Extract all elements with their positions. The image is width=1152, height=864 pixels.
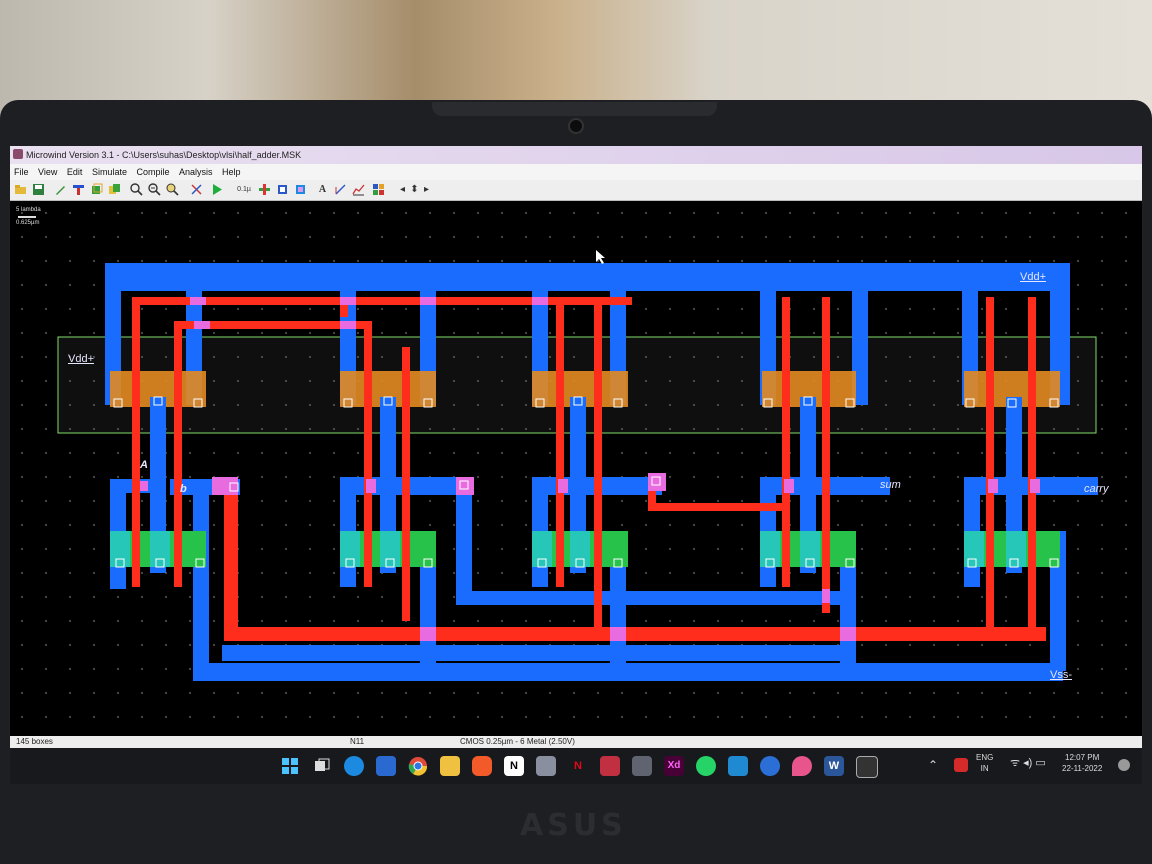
whatsapp-icon[interactable] [696,756,716,776]
menu-compile[interactable]: Compile [136,164,169,180]
zoom-in-icon[interactable] [130,183,143,196]
brave-icon[interactable] [472,756,492,776]
arrow-right-icon[interactable]: ▸ [420,183,433,196]
save-icon[interactable] [32,183,45,196]
text-tool-button[interactable]: A [316,183,329,196]
app-icon[interactable] [536,756,556,776]
start-icon[interactable] [280,756,300,776]
vdd-top-label: Vdd+ [1020,271,1046,283]
microwind-app-icon [13,149,23,159]
input-b-label: b [180,483,187,495]
input-a-label: A [140,459,148,471]
menu-edit[interactable]: Edit [67,164,83,180]
tray-chevron-icon[interactable]: ⌃ [928,759,938,771]
date-label: 22-11-2022 [1062,764,1103,773]
app2-icon[interactable] [760,756,780,776]
language-indicator[interactable]: ENG IN [976,752,993,774]
wifi-volume-battery-icons[interactable]: ᯤ ◂) ▭ [1010,758,1046,769]
language-label: ENG [976,753,994,762]
menu-view[interactable]: View [38,164,57,180]
task-view-icon[interactable] [312,756,332,776]
nmos-icon[interactable] [258,183,271,196]
zoom-out-icon[interactable] [148,183,161,196]
run-simulation-icon[interactable] [210,183,223,196]
open-folder-icon[interactable] [14,183,27,196]
zoom-fit-icon[interactable] [166,183,179,196]
word-icon[interactable]: W [824,756,844,776]
screen: Microwind Version 3.1 - C:\Users\suhas\D… [10,146,1142,784]
menu-analysis[interactable]: Analysis [179,164,213,180]
layout-canvas[interactable]: 5 lambda 0.625µm Vdd+ Vdd+ A b sum carry… [10,201,1142,736]
pen-icon[interactable] [54,183,67,196]
vss-label: Vss- [1050,669,1072,681]
title-bar: Microwind Version 3.1 - C:\Users\suhas\D… [10,146,1142,164]
half-adder-layout [57,250,1098,681]
graph-icon[interactable] [352,183,365,196]
drop-icon[interactable] [792,756,812,776]
vector-icon[interactable] [600,756,620,776]
notion-icon[interactable]: N [504,756,524,776]
edge-icon[interactable] [344,756,364,776]
layers-icon[interactable] [90,183,103,196]
menu-simulate[interactable]: Simulate [92,164,127,180]
laptop-logo: ASUS [520,808,627,843]
bus-icon[interactable] [72,183,85,196]
toolbar: 0.1µ A ◂ ⬍ ▸ [10,180,1142,201]
menu-bar: File View Edit Simulate Compile Analysis… [10,164,1142,180]
windows-taskbar: N N Xd W ⌃ ENG IN ᯤ ◂) ▭ 12:07 PM 22-11-… [10,748,1142,784]
menu-file[interactable]: File [14,164,29,180]
carry-output-label: carry [1084,483,1109,495]
selected-node: N11 [350,737,365,746]
camera-notch [432,102,717,116]
file-explorer-icon[interactable] [440,756,460,776]
time-label: 12:07 PM [1065,753,1100,762]
calculator-icon[interactable] [632,756,652,776]
notification-icon[interactable] [1118,759,1130,771]
zoom-level-label[interactable]: 0.1µ [234,183,254,196]
tray-app-icon[interactable] [954,758,968,772]
webcam-icon [568,118,584,134]
palette-icon[interactable] [372,183,385,196]
vdd-left-label: Vdd+ [68,353,94,365]
n-diffusion [110,531,1060,567]
sum-output-label: sum [880,479,901,491]
clock[interactable]: 12:07 PM 22-11-2022 [1062,752,1102,774]
window-title: Microwind Version 3.1 - C:\Users\suhas\D… [26,150,302,160]
adobe-xd-icon[interactable]: Xd [664,756,684,776]
microwind-icon[interactable] [856,756,878,778]
contact-icon[interactable] [276,183,289,196]
mouse-cursor [596,250,605,264]
status-bar: 145 boxes N11 CMOS 0.25µm - 6 Metal (2.5… [10,736,1142,748]
menu-help[interactable]: Help [222,164,241,180]
box-count: 145 boxes [16,737,53,746]
cut-icon[interactable] [190,183,203,196]
region-label: IN [980,764,989,773]
ide-icon[interactable] [376,756,396,776]
chrome-icon[interactable] [408,756,428,776]
vscode-icon[interactable] [728,756,748,776]
copy-icon[interactable] [108,183,121,196]
netflix-icon[interactable]: N [568,756,588,776]
via-icon[interactable] [294,183,307,196]
technology-info: CMOS 0.25µm - 6 Metal (2.50V) [460,737,575,746]
vss-metal-rail [193,487,1066,681]
measure-icon[interactable] [334,183,347,196]
